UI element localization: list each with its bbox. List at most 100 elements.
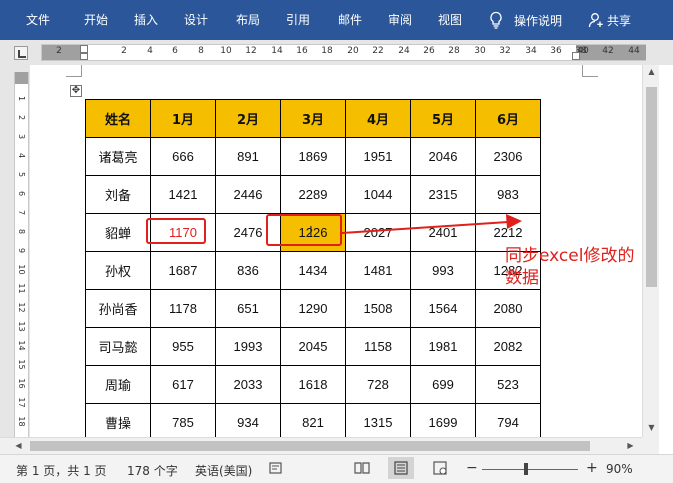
- scroll-down-icon[interactable]: ▼: [643, 421, 660, 435]
- table-cell[interactable]: 1564: [410, 289, 476, 328]
- table-row: 曹操 785 934 821 1315 1699 794: [85, 403, 541, 437]
- table-cell[interactable]: 993: [410, 251, 476, 290]
- tab-mailings[interactable]: 邮件: [326, 0, 374, 40]
- table-cell[interactable]: 1508: [345, 289, 411, 328]
- zoom-slider-thumb[interactable]: [524, 463, 528, 475]
- header-cell[interactable]: 3月: [280, 99, 346, 138]
- table-cell[interactable]: 617: [150, 365, 216, 404]
- horizontal-scroll-thumb[interactable]: [30, 441, 590, 451]
- table-cell[interactable]: 貂蝉: [85, 213, 151, 252]
- horizontal-scrollbar[interactable]: ◀ ▶: [0, 437, 642, 454]
- tab-review[interactable]: 审阅: [376, 0, 424, 40]
- table-cell[interactable]: 1315: [345, 403, 411, 437]
- table-move-handle-icon[interactable]: ✥: [70, 85, 82, 97]
- table-cell[interactable]: 孙尚香: [85, 289, 151, 328]
- vertical-scroll-thumb[interactable]: [646, 87, 657, 287]
- zoom-out-button[interactable]: −: [466, 460, 478, 476]
- table-cell[interactable]: 2045: [280, 327, 346, 366]
- table-cell[interactable]: 2401: [410, 213, 476, 252]
- data-table[interactable]: 姓名 1月 2月 3月 4月 5月 6月 诸葛亮 666 891 1869 19…: [85, 99, 541, 437]
- table-cell[interactable]: 1290: [280, 289, 346, 328]
- table-cell[interactable]: 1434: [280, 251, 346, 290]
- table-cell[interactable]: 523: [475, 365, 541, 404]
- header-cell[interactable]: 2月: [215, 99, 281, 138]
- table-cell[interactable]: 1618: [280, 365, 346, 404]
- table-cell[interactable]: 曹操: [85, 403, 151, 437]
- table-cell[interactable]: 1178: [150, 289, 216, 328]
- tab-layout[interactable]: 布局: [224, 0, 272, 40]
- table-cell[interactable]: 2080: [475, 289, 541, 328]
- header-cell[interactable]: 姓名: [85, 99, 151, 138]
- table-cell[interactable]: 2027: [345, 213, 411, 252]
- tab-file[interactable]: 文件: [14, 0, 62, 40]
- table-cell[interactable]: 1951: [345, 137, 411, 176]
- table-cell[interactable]: 1993: [215, 327, 281, 366]
- table-cell[interactable]: 司马懿: [85, 327, 151, 366]
- table-cell[interactable]: 周瑜: [85, 365, 151, 404]
- header-cell[interactable]: 5月: [410, 99, 476, 138]
- read-mode-icon[interactable]: [354, 461, 370, 475]
- tell-me-search[interactable]: 操作说明: [488, 0, 562, 40]
- tab-home[interactable]: 开始: [72, 0, 120, 40]
- table-cell[interactable]: 2446: [215, 175, 281, 214]
- page-count[interactable]: 第 1 页，共 1 页: [16, 462, 107, 479]
- table-cell[interactable]: 2046: [410, 137, 476, 176]
- table-cell[interactable]: 651: [215, 289, 281, 328]
- table-cell[interactable]: 刘备: [85, 175, 151, 214]
- table-cell[interactable]: 983: [475, 175, 541, 214]
- table-cell[interactable]: 1421: [150, 175, 216, 214]
- table-cell[interactable]: 孙权: [85, 251, 151, 290]
- table-cell[interactable]: 891: [215, 137, 281, 176]
- table-cell[interactable]: 1699: [410, 403, 476, 437]
- hanging-indent-marker[interactable]: [80, 53, 88, 60]
- header-cell[interactable]: 4月: [345, 99, 411, 138]
- web-layout-icon[interactable]: [432, 461, 448, 475]
- header-cell[interactable]: 1月: [150, 99, 216, 138]
- language-indicator[interactable]: 英语(美国): [195, 462, 252, 479]
- table-cell[interactable]: 2315: [410, 175, 476, 214]
- table-cell[interactable]: 1869: [280, 137, 346, 176]
- vertical-scrollbar[interactable]: ▲ ▼: [642, 65, 659, 437]
- table-cell[interactable]: 836: [215, 251, 281, 290]
- table-cell[interactable]: 诸葛亮: [85, 137, 151, 176]
- horizontal-ruler[interactable]: 2 2 4 6 8 10 12 14 16 18 20 22 24 26 28 …: [41, 44, 646, 61]
- table-cell[interactable]: 2289: [280, 175, 346, 214]
- table-cell[interactable]: 1481: [345, 251, 411, 290]
- scroll-up-icon[interactable]: ▲: [643, 65, 660, 79]
- table-cell[interactable]: 794: [475, 403, 541, 437]
- tab-selector[interactable]: [14, 46, 28, 60]
- word-count[interactable]: 178 个字: [127, 462, 178, 479]
- share-button[interactable]: 共享: [588, 0, 631, 40]
- table-row: 周瑜 617 2033 1618 728 699 523: [85, 365, 541, 404]
- table-cell[interactable]: 728: [345, 365, 411, 404]
- table-cell[interactable]: 2306: [475, 137, 541, 176]
- table-cell[interactable]: 955: [150, 327, 216, 366]
- table-cell[interactable]: 2082: [475, 327, 541, 366]
- table-cell[interactable]: 821: [280, 403, 346, 437]
- vertical-ruler[interactable]: 1 2 3 4 5 6 7 8 9 10 11 12 13 14 15 16 1…: [14, 72, 29, 437]
- tab-insert[interactable]: 插入: [122, 0, 170, 40]
- first-line-indent-marker[interactable]: [80, 45, 88, 53]
- zoom-in-button[interactable]: +: [586, 460, 598, 476]
- table-cell[interactable]: 1158: [345, 327, 411, 366]
- scroll-right-icon[interactable]: ▶: [622, 439, 639, 453]
- table-cell[interactable]: 699: [410, 365, 476, 404]
- table-cell[interactable]: 785: [150, 403, 216, 437]
- tab-view[interactable]: 视图: [426, 0, 474, 40]
- table-cell[interactable]: 934: [215, 403, 281, 437]
- header-cell[interactable]: 6月: [475, 99, 541, 138]
- zoom-level[interactable]: 90%: [606, 462, 633, 476]
- ruler-number: 8: [198, 46, 204, 56]
- tab-design[interactable]: 设计: [172, 0, 220, 40]
- macro-record-icon[interactable]: [268, 461, 284, 475]
- table-cell[interactable]: 1687: [150, 251, 216, 290]
- tab-references[interactable]: 引用: [274, 0, 322, 40]
- scroll-left-icon[interactable]: ◀: [10, 439, 27, 453]
- table-cell[interactable]: 1044: [345, 175, 411, 214]
- zoom-slider-track[interactable]: [482, 469, 578, 470]
- right-indent-marker[interactable]: [572, 52, 580, 60]
- table-cell[interactable]: 666: [150, 137, 216, 176]
- table-cell[interactable]: 1981: [410, 327, 476, 366]
- table-cell[interactable]: 2033: [215, 365, 281, 404]
- table-header-row: 姓名 1月 2月 3月 4月 5月 6月: [85, 99, 541, 138]
